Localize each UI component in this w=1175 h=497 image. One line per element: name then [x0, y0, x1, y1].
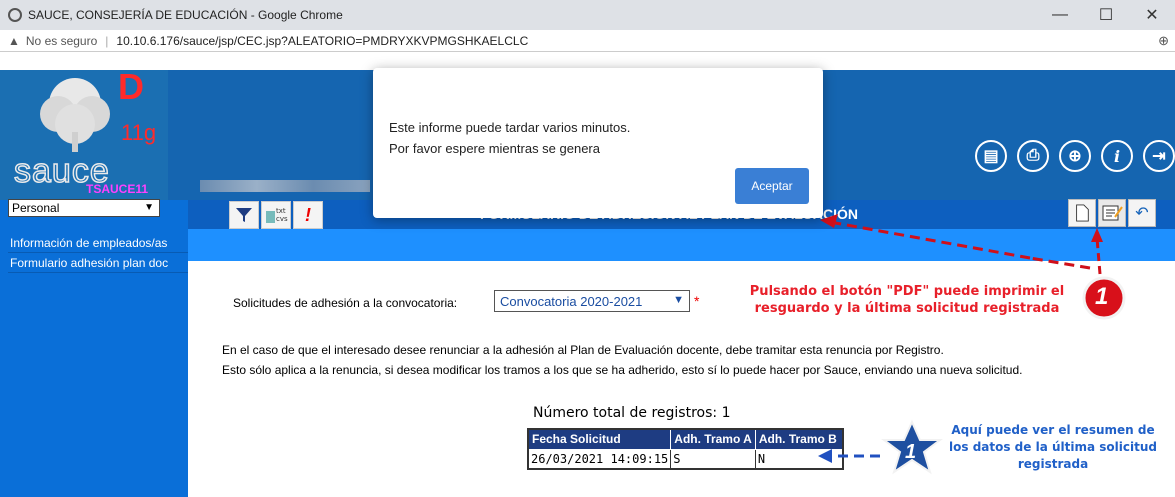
red-dashed-arrow [1095, 237, 1102, 275]
summary-annotation: Aquí puede ver el resumen de los datos d… [949, 423, 1157, 471]
red-badge-number: 1 [1095, 283, 1109, 310]
dialog-message-line1: Este informe puede tardar varios minutos… [389, 120, 631, 135]
accept-button[interactable]: Aceptar [735, 168, 809, 204]
red-dashed-arrow [829, 220, 1031, 260]
pdf-annotation: Pulsando el botón "PDF" puede imprimir e… [749, 284, 1065, 316]
red-dashed-arrow [1029, 256, 1091, 270]
dialog-message-line2: Por favor espere mientras se genera [389, 141, 600, 156]
blue-arrow-head [818, 449, 832, 463]
blue-badge-number: 1 [905, 441, 917, 463]
red-arrow-head [1091, 228, 1103, 242]
report-dialog: Este informe puede tardar varios minutos… [373, 68, 823, 218]
red-arrow-head [820, 214, 838, 228]
